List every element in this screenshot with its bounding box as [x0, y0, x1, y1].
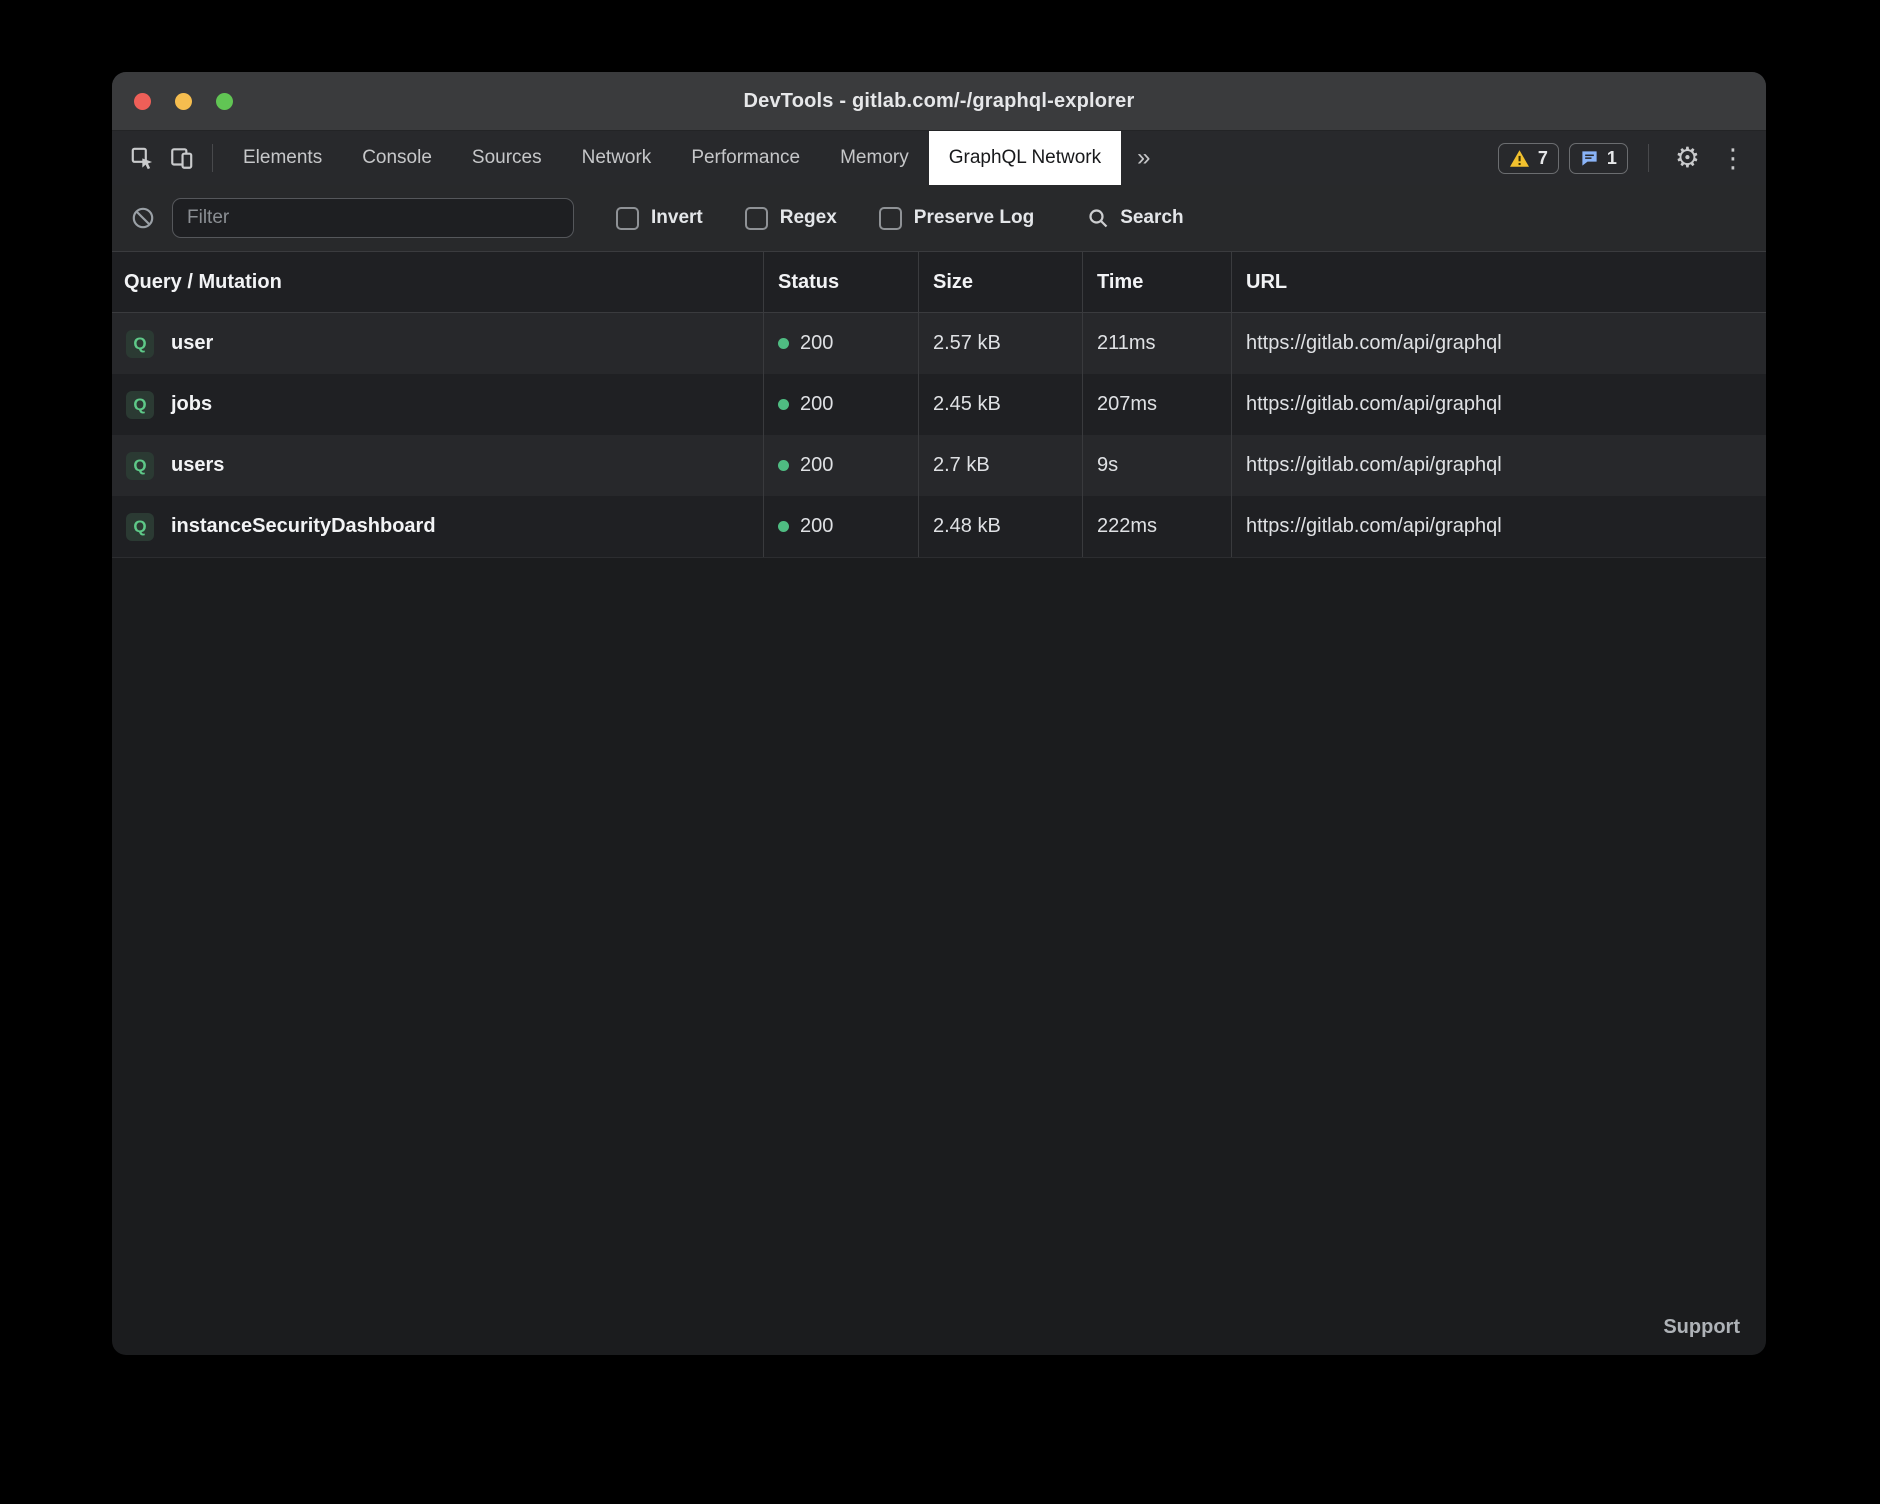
table-row[interactable]: Q user 200 2.57 kB 211ms https://gitlab.… — [112, 313, 1766, 374]
warning-count: 7 — [1538, 148, 1548, 169]
size-value: 2.7 kB — [918, 435, 1082, 496]
column-header-status[interactable]: Status — [763, 252, 918, 312]
checkbox-regex[interactable]: Regex — [745, 207, 837, 230]
requests-list: Q user 200 2.57 kB 211ms https://gitlab.… — [112, 313, 1766, 558]
message-bubble-icon — [1580, 149, 1599, 168]
devtools-window: DevTools - gitlab.com/-/graphql-explorer… — [112, 72, 1766, 1355]
circle-slash-icon — [130, 205, 156, 231]
query-cell: Q user — [112, 313, 763, 374]
query-type-badge: Q — [126, 513, 154, 541]
query-cell: Q users — [112, 435, 763, 496]
network-toolbar: Invert Regex Preserve Log Search — [112, 185, 1766, 251]
column-header-size[interactable]: Size — [918, 252, 1082, 312]
warnings-badge[interactable]: 7 — [1498, 143, 1559, 174]
status-code: 200 — [800, 332, 833, 355]
query-name: users — [171, 454, 224, 477]
status-code: 200 — [800, 515, 833, 538]
query-type-badge: Q — [126, 330, 154, 358]
tab-performance[interactable]: Performance — [671, 131, 820, 185]
filter-checkboxes: Invert Regex Preserve Log — [574, 207, 1034, 230]
devtools-tab-bar: Elements Console Sources Network Perform… — [112, 131, 1766, 185]
kebab-menu-icon[interactable]: ⋮ — [1716, 145, 1750, 171]
issue-count: 1 — [1607, 148, 1617, 169]
table-row[interactable]: Q users 200 2.7 kB 9s https://gitlab.com… — [112, 435, 1766, 496]
tabbar-right-controls: 7 1 ⚙ ⋮ — [1498, 143, 1750, 174]
warning-triangle-icon — [1509, 149, 1530, 168]
checkbox-invert[interactable]: Invert — [616, 207, 703, 230]
url-value: https://gitlab.com/api/graphql — [1231, 313, 1766, 374]
query-cell: Q instanceSecurityDashboard — [112, 496, 763, 557]
table-header: Query / Mutation Status Size Time URL — [112, 251, 1766, 313]
status-ok-dot — [778, 338, 789, 349]
status-cell: 200 — [763, 435, 918, 496]
support-link[interactable]: Support — [1663, 1316, 1740, 1339]
tab-graphql-network[interactable]: GraphQL Network — [929, 131, 1121, 185]
status-ok-dot — [778, 460, 789, 471]
controls-separator — [1648, 144, 1649, 172]
query-cell: Q jobs — [112, 374, 763, 435]
more-tabs-button[interactable]: » — [1121, 146, 1166, 170]
search-button[interactable]: Search — [1080, 205, 1189, 231]
tab-elements[interactable]: Elements — [223, 131, 342, 185]
fullscreen-window-button[interactable] — [216, 93, 233, 110]
search-label: Search — [1120, 207, 1183, 229]
query-name: instanceSecurityDashboard — [171, 515, 436, 538]
status-ok-dot — [778, 521, 789, 532]
time-value: 9s — [1082, 435, 1231, 496]
url-value: https://gitlab.com/api/graphql — [1231, 435, 1766, 496]
search-icon — [1086, 206, 1110, 230]
filter-input[interactable] — [172, 198, 574, 238]
settings-gear-icon[interactable]: ⚙ — [1669, 144, 1706, 172]
query-name: user — [171, 332, 213, 355]
status-cell: 200 — [763, 374, 918, 435]
table-row[interactable]: Q jobs 200 2.45 kB 207ms https://gitlab.… — [112, 374, 1766, 435]
tabbar-separator — [212, 144, 213, 172]
table-row[interactable]: Q instanceSecurityDashboard 200 2.48 kB … — [112, 496, 1766, 557]
inspect-element-button[interactable] — [122, 138, 162, 178]
panel-tabs: Elements Console Sources Network Perform… — [223, 131, 1121, 185]
requests-table: Query / Mutation Status Size Time URL Q … — [112, 251, 1766, 558]
titlebar: DevTools - gitlab.com/-/graphql-explorer — [112, 72, 1766, 131]
time-value: 211ms — [1082, 313, 1231, 374]
url-value: https://gitlab.com/api/graphql — [1231, 374, 1766, 435]
column-header-query[interactable]: Query / Mutation — [112, 252, 763, 312]
tab-memory[interactable]: Memory — [820, 131, 929, 185]
size-value: 2.45 kB — [918, 374, 1082, 435]
status-code: 200 — [800, 454, 833, 477]
traffic-lights — [134, 72, 233, 130]
device-toolbar-button[interactable] — [162, 138, 202, 178]
query-name: jobs — [171, 393, 212, 416]
inspect-cursor-icon — [129, 145, 155, 171]
status-code: 200 — [800, 393, 833, 416]
checkbox-label: Regex — [780, 207, 837, 229]
status-cell: 200 — [763, 313, 918, 374]
size-value: 2.48 kB — [918, 496, 1082, 557]
minimize-window-button[interactable] — [175, 93, 192, 110]
checkbox-icon — [879, 207, 902, 230]
checkbox-icon — [616, 207, 639, 230]
checkbox-label: Preserve Log — [914, 207, 1034, 229]
clear-log-button[interactable] — [130, 205, 156, 231]
checkbox-icon — [745, 207, 768, 230]
query-type-badge: Q — [126, 391, 154, 419]
time-value: 207ms — [1082, 374, 1231, 435]
url-value: https://gitlab.com/api/graphql — [1231, 496, 1766, 557]
tab-network[interactable]: Network — [562, 131, 672, 185]
time-value: 222ms — [1082, 496, 1231, 557]
tab-sources[interactable]: Sources — [452, 131, 562, 185]
checkbox-preserve-log[interactable]: Preserve Log — [879, 207, 1034, 230]
close-window-button[interactable] — [134, 93, 151, 110]
checkbox-label: Invert — [651, 207, 703, 229]
status-cell: 200 — [763, 496, 918, 557]
tab-console[interactable]: Console — [342, 131, 452, 185]
query-type-badge: Q — [126, 452, 154, 480]
column-header-time[interactable]: Time — [1082, 252, 1231, 312]
column-header-url[interactable]: URL — [1231, 252, 1766, 312]
size-value: 2.57 kB — [918, 313, 1082, 374]
window-title: DevTools - gitlab.com/-/graphql-explorer — [743, 90, 1134, 113]
issues-badge[interactable]: 1 — [1569, 143, 1628, 174]
device-toolbar-icon — [169, 145, 195, 171]
status-ok-dot — [778, 399, 789, 410]
